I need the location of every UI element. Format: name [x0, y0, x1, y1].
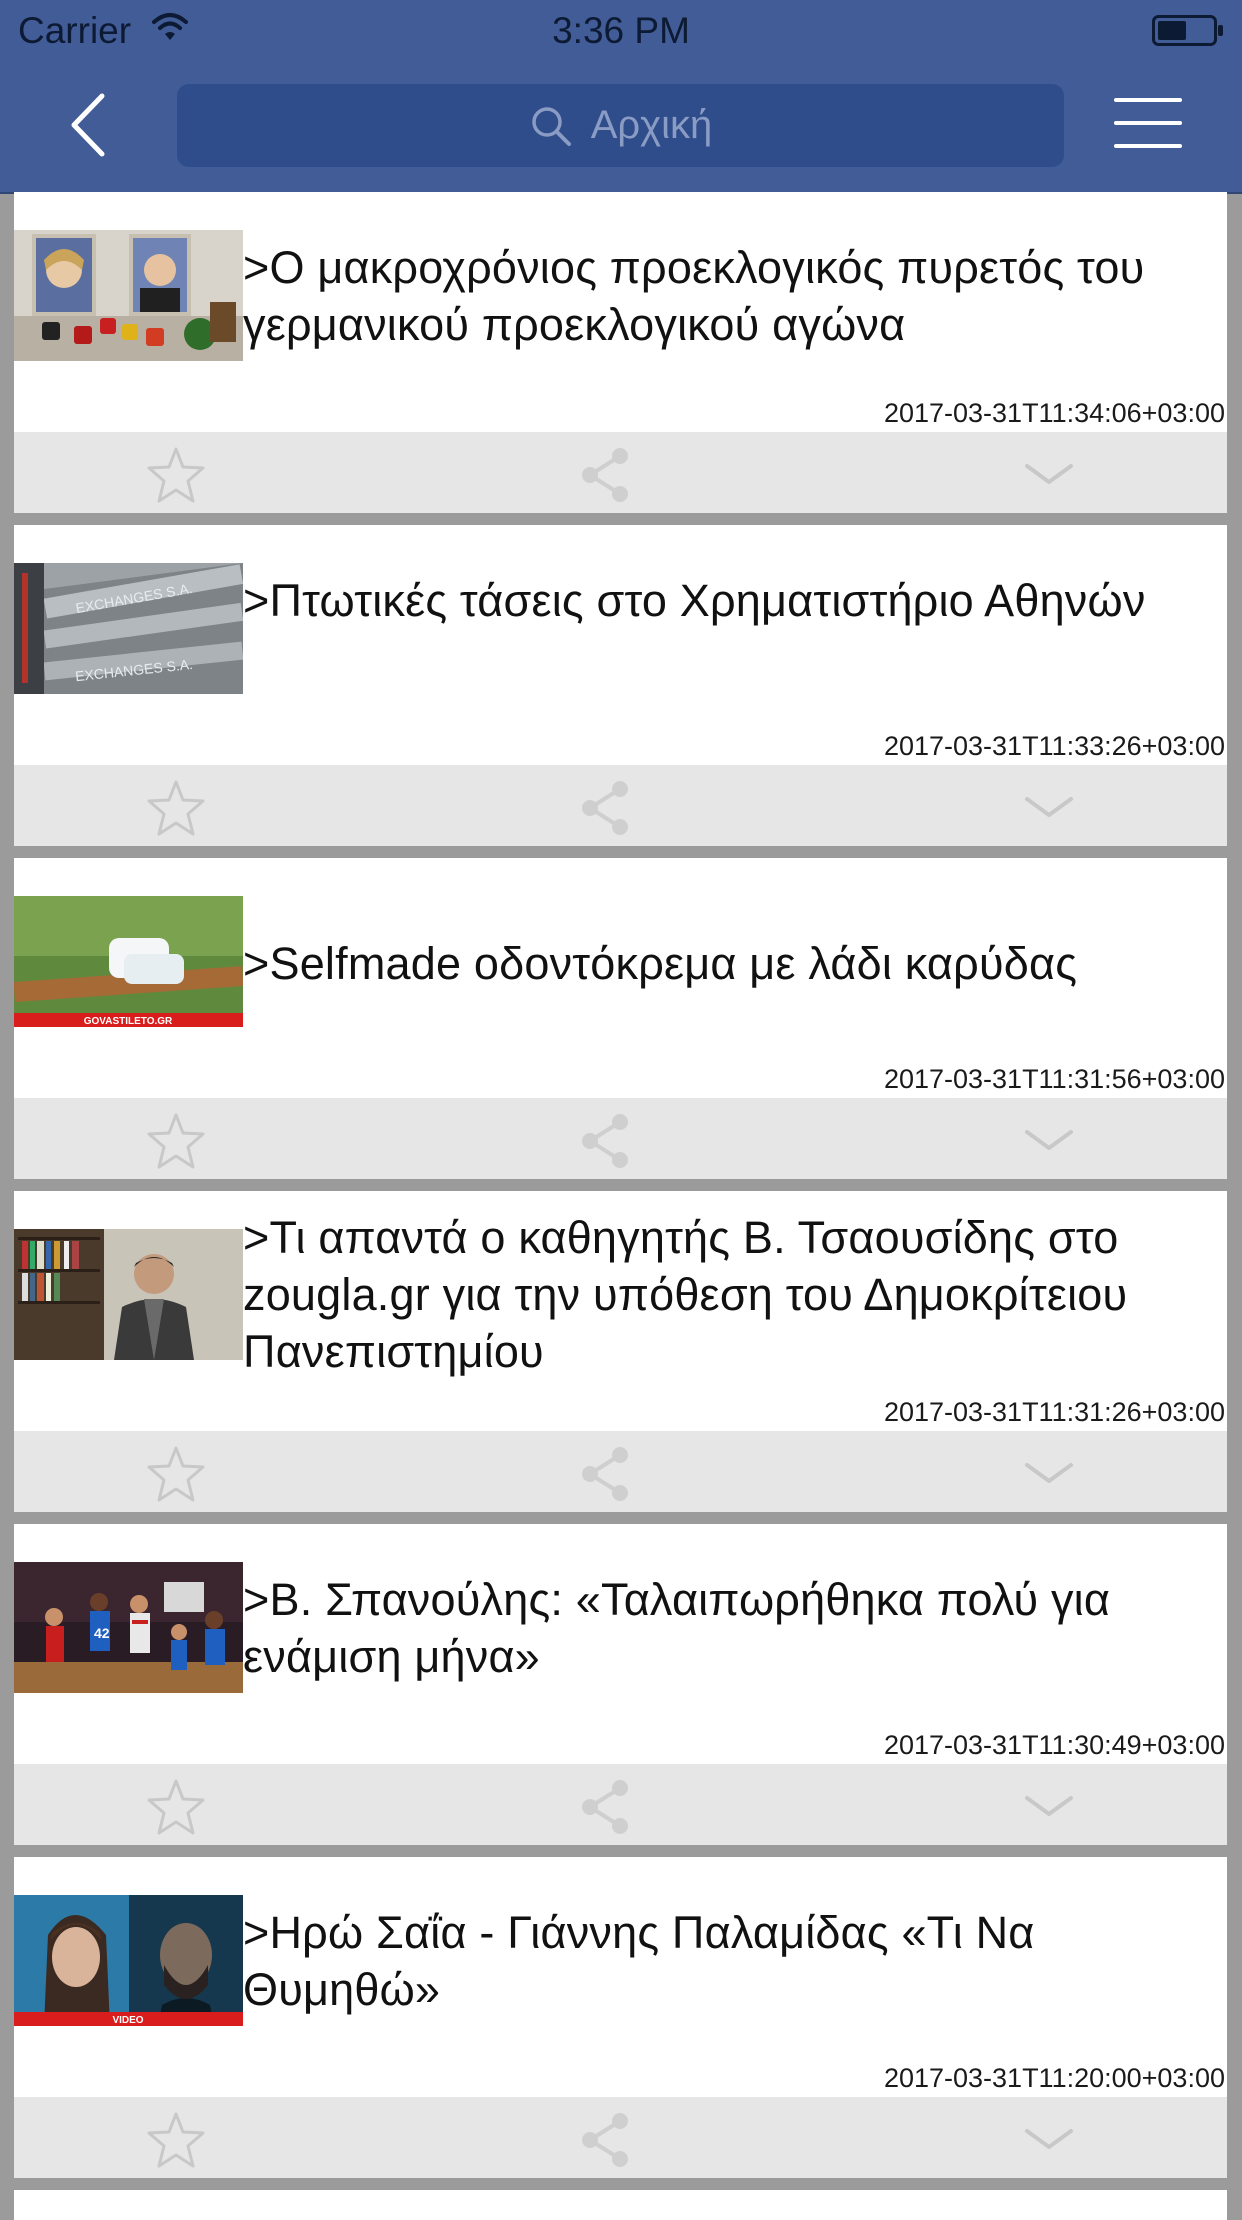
expand-chevron-icon[interactable]	[1019, 1445, 1079, 1503]
share-icon[interactable]	[576, 2111, 636, 2169]
share-icon[interactable]	[576, 1778, 636, 1836]
search-icon	[531, 106, 571, 146]
share-icon[interactable]	[576, 1445, 636, 1503]
article-title[interactable]: >Πτωτικές τάσεις στο Χρηματιστήριο Αθηνώ…	[243, 572, 1227, 629]
favorite-star-icon[interactable]	[146, 1778, 206, 1836]
article-thumbnail: VIDEO	[14, 1895, 243, 2026]
clock: 3:36 PM	[552, 10, 690, 51]
article-card[interactable]: >Ο μακροχρόνιος προεκλογικός πυρετός του…	[14, 192, 1227, 513]
article-thumbnail: 42	[14, 1562, 243, 1693]
article-action-bar	[14, 1431, 1227, 1512]
share-icon[interactable]	[576, 446, 636, 504]
article-date: 2017-03-31T11:30:49+03:00	[883, 1730, 1225, 1760]
article-thumbnail: GOVASTILETO.GR	[14, 896, 243, 1027]
menu-button[interactable]	[1114, 98, 1182, 148]
expand-chevron-icon[interactable]	[1019, 446, 1079, 504]
article-thumbnail	[14, 1229, 243, 1360]
svg-text:42: 42	[94, 1625, 110, 1641]
article-card[interactable]: EXCHANGES S.A. EXCHANGES S.A. >Πτωτικές …	[14, 525, 1227, 846]
thumb-caption: GOVASTILETO.GR	[84, 1016, 173, 1027]
article-date: 2017-03-31T11:20:00+03:00	[883, 2063, 1225, 2093]
thumb-caption: VIDEO	[112, 2015, 143, 2026]
hamburger-menu-icon	[1114, 98, 1182, 102]
article-title[interactable]: >Β. Σπανούλης: «Ταλαιπωρήθηκα πολύ για ε…	[243, 1571, 1227, 1685]
favorite-star-icon[interactable]	[146, 779, 206, 837]
share-icon[interactable]	[576, 779, 636, 837]
share-icon[interactable]	[576, 1112, 636, 1170]
expand-chevron-icon[interactable]	[1019, 1112, 1079, 1170]
nav-header: Carrier 3:36 PM Αρχική	[0, 0, 1242, 194]
article-title[interactable]: >Τι απαντά ο καθηγητής Β. Τσαουσίδης στο…	[243, 1209, 1227, 1380]
article-card[interactable]	[14, 2190, 1227, 2220]
article-card[interactable]: 42 >Β. Σπανούλης: «Ταλαιπωρήθηκα πολύ γι…	[14, 1524, 1227, 1845]
article-card[interactable]: >Τι απαντά ο καθηγητής Β. Τσαουσίδης στο…	[14, 1191, 1227, 1512]
article-thumbnail: EXCHANGES S.A. EXCHANGES S.A.	[14, 563, 243, 694]
article-date: 2017-03-31T11:33:26+03:00	[883, 731, 1225, 761]
expand-chevron-icon[interactable]	[1019, 2111, 1079, 2169]
favorite-star-icon[interactable]	[146, 446, 206, 504]
article-action-bar	[14, 432, 1227, 513]
article-title[interactable]: >Ηρώ Σαΐα - Γιάννης Παλαμίδας «Τι Να Θυμ…	[243, 1904, 1227, 2018]
expand-chevron-icon[interactable]	[1019, 1778, 1079, 1836]
article-title[interactable]: >Selfmade οδοντόκρεμα με λάδι καρύδας	[243, 935, 1227, 992]
article-date: 2017-03-31T11:31:56+03:00	[883, 1064, 1225, 1094]
article-card[interactable]: VIDEO >Ηρώ Σαΐα - Γιάννης Παλαμίδας «Τι …	[14, 1857, 1227, 2178]
battery-icon	[1152, 15, 1223, 46]
expand-chevron-icon[interactable]	[1019, 779, 1079, 837]
article-date: 2017-03-31T11:34:06+03:00	[883, 398, 1225, 428]
article-card[interactable]: GOVASTILETO.GR >Selfmade οδοντόκρεμα με …	[14, 858, 1227, 1179]
article-title[interactable]: >Ο μακροχρόνιος προεκλογικός πυρετός του…	[243, 239, 1227, 353]
favorite-star-icon[interactable]	[146, 1445, 206, 1503]
article-action-bar	[14, 2097, 1227, 2178]
favorite-star-icon[interactable]	[146, 1112, 206, 1170]
article-date: 2017-03-31T11:31:26+03:00	[883, 1397, 1225, 1427]
article-action-bar	[14, 1098, 1227, 1179]
back-button[interactable]	[62, 90, 122, 160]
article-thumbnail	[14, 230, 243, 361]
article-action-bar	[14, 765, 1227, 846]
favorite-star-icon[interactable]	[146, 2111, 206, 2169]
article-action-bar	[14, 1764, 1227, 1845]
search-input[interactable]: Αρχική	[177, 84, 1064, 167]
status-bar: Carrier 3:36 PM	[0, 0, 1242, 62]
search-placeholder: Αρχική	[590, 103, 713, 147]
